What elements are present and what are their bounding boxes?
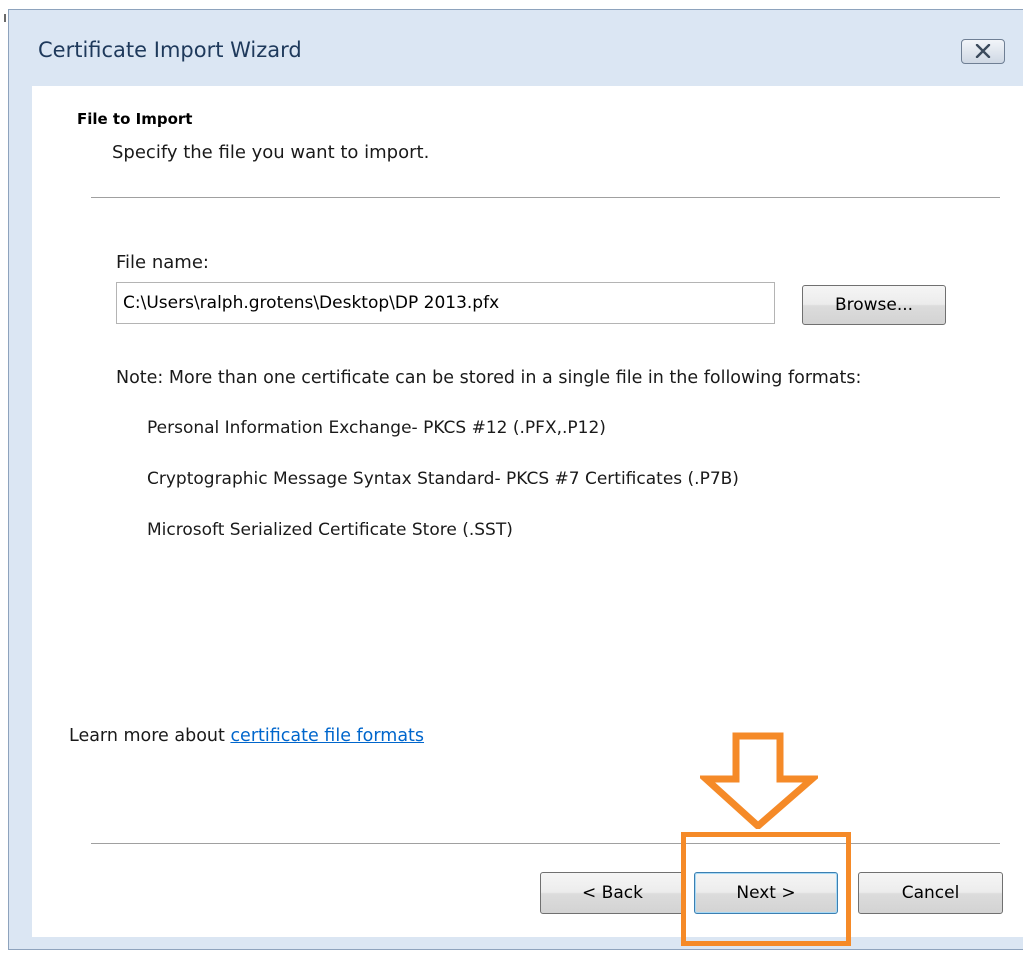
- title-bar: Certificate Import Wizard: [9, 10, 1023, 86]
- back-button[interactable]: < Back: [540, 872, 685, 914]
- next-highlight-box: [681, 832, 851, 946]
- page-subtitle: Specify the file you want to import.: [112, 142, 430, 163]
- certificate-formats-link[interactable]: certificate file formats: [230, 726, 424, 746]
- format-item-pfx: Personal Information Exchange- PKCS #12 …: [147, 418, 606, 438]
- window-title: Certificate Import Wizard: [38, 38, 302, 62]
- close-button[interactable]: [961, 39, 1005, 64]
- edge-artifact: [4, 14, 6, 22]
- formats-note: Note: More than one certificate can be s…: [116, 368, 862, 388]
- wizard-window: Certificate Import Wizard File to Import…: [8, 9, 1023, 950]
- browse-button[interactable]: Browse...: [802, 285, 946, 325]
- file-name-input[interactable]: [116, 282, 775, 324]
- cancel-button[interactable]: Cancel: [858, 872, 1003, 914]
- close-x-icon: [975, 44, 991, 58]
- screenshot-stage: Certificate Import Wizard File to Import…: [0, 0, 1023, 960]
- wizard-content: File to Import Specify the file you want…: [32, 86, 1023, 937]
- page-title: File to Import: [77, 110, 193, 128]
- format-item-p7b: Cryptographic Message Syntax Standard- P…: [147, 469, 739, 489]
- learn-more-text: Learn more about certificate file format…: [69, 726, 424, 746]
- format-item-sst: Microsoft Serialized Certificate Store (…: [147, 520, 513, 540]
- orange-down-arrow-icon: [700, 732, 818, 829]
- footer-divider: [91, 843, 1000, 845]
- learn-more-prefix: Learn more about: [69, 726, 231, 746]
- file-name-label: File name:: [116, 252, 209, 273]
- header-divider: [91, 197, 1000, 199]
